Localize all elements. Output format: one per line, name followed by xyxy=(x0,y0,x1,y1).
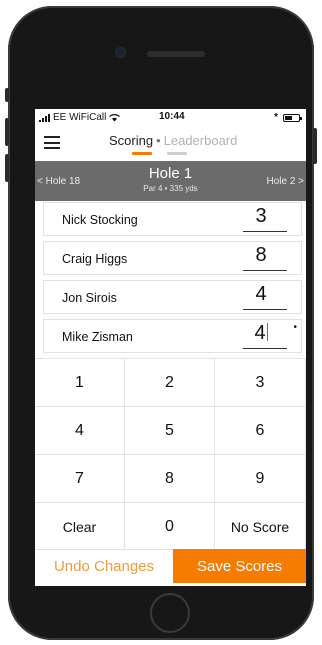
next-hole-button[interactable]: Hole 2 > xyxy=(266,176,304,187)
tab-scoring-indicator xyxy=(132,152,152,155)
carrier-label: EE WiFiCall xyxy=(53,112,107,123)
signal-icon xyxy=(39,113,50,122)
mute-switch xyxy=(5,88,9,102)
player-row[interactable]: Craig Higgs 8 xyxy=(43,241,302,275)
tab-leaderboard-indicator xyxy=(166,152,187,155)
action-bar: Undo Changes Save Scores xyxy=(35,549,306,583)
bluetooth-icon: * xyxy=(274,112,278,123)
wifi-icon xyxy=(109,113,121,121)
tab-scoring-label: Scoring xyxy=(109,133,154,148)
tab-separator: • xyxy=(156,133,161,148)
score-field[interactable]: 4 xyxy=(239,283,283,306)
player-row[interactable]: Nick Stocking 3 xyxy=(43,202,302,236)
score-value: 4 xyxy=(254,322,266,344)
key-clear[interactable]: Clear xyxy=(35,502,125,550)
volume-up-button xyxy=(5,118,9,146)
score-field[interactable]: 8 xyxy=(239,244,283,267)
score-field-active[interactable]: 4 xyxy=(239,322,283,345)
tab-leaderboard[interactable]: Leaderboard xyxy=(163,133,238,155)
save-scores-button[interactable]: Save Scores xyxy=(173,549,306,583)
key-9[interactable]: 9 xyxy=(215,454,306,502)
key-5[interactable]: 5 xyxy=(125,406,215,454)
score-underline xyxy=(243,270,287,271)
app-screen: EE WiFiCall 10:44 * Scoring • Leaderboar… xyxy=(35,109,306,586)
key-no-score[interactable]: No Score xyxy=(215,502,306,550)
hole-subtitle: Par 4 • 335 yds xyxy=(143,184,198,193)
score-underline xyxy=(243,231,287,232)
score-underline xyxy=(243,309,287,310)
battery-icon xyxy=(283,113,302,122)
power-button xyxy=(313,128,317,164)
player-name: Mike Zisman xyxy=(62,330,133,344)
status-time: 10:44 xyxy=(159,111,185,122)
menu-icon[interactable] xyxy=(44,136,60,149)
text-cursor xyxy=(266,323,268,341)
speaker-grille xyxy=(147,51,205,57)
key-2[interactable]: 2 xyxy=(125,358,215,406)
key-4[interactable]: 4 xyxy=(35,406,125,454)
player-name: Craig Higgs xyxy=(62,252,128,266)
nav-bar: Scoring • Leaderboard xyxy=(35,128,306,161)
undo-changes-button[interactable]: Undo Changes xyxy=(35,549,173,583)
hole-header: < Hole 18 Hole 1 Par 4 • 335 yds Hole 2 … xyxy=(35,161,306,201)
key-3[interactable]: 3 xyxy=(215,358,306,406)
key-6[interactable]: 6 xyxy=(215,406,306,454)
score-field[interactable]: 3 xyxy=(239,205,283,228)
key-8[interactable]: 8 xyxy=(125,454,215,502)
key-0[interactable]: 0 xyxy=(125,502,215,550)
key-1[interactable]: 1 xyxy=(35,358,125,406)
home-button[interactable] xyxy=(150,593,190,633)
player-row[interactable]: Jon Sirois 4 xyxy=(43,280,302,314)
front-camera xyxy=(116,48,125,57)
tab-bar: Scoring • Leaderboard xyxy=(109,133,238,155)
active-marker: • xyxy=(293,322,297,333)
hole-title: Hole 1 xyxy=(148,165,193,182)
tab-leaderboard-label: Leaderboard xyxy=(163,133,238,148)
score-underline xyxy=(243,348,287,349)
player-name: Jon Sirois xyxy=(62,291,117,305)
player-row[interactable]: Mike Zisman 4 • xyxy=(43,319,302,353)
phone-frame: EE WiFiCall 10:44 * Scoring • Leaderboar… xyxy=(8,6,314,640)
player-name: Nick Stocking xyxy=(62,213,138,227)
volume-down-button xyxy=(5,154,9,182)
tab-scoring[interactable]: Scoring xyxy=(109,133,154,155)
score-keypad: 1 2 3 4 5 6 7 8 9 Clear 0 No Score xyxy=(35,358,306,550)
key-7[interactable]: 7 xyxy=(35,454,125,502)
status-bar: EE WiFiCall 10:44 * xyxy=(35,109,306,127)
